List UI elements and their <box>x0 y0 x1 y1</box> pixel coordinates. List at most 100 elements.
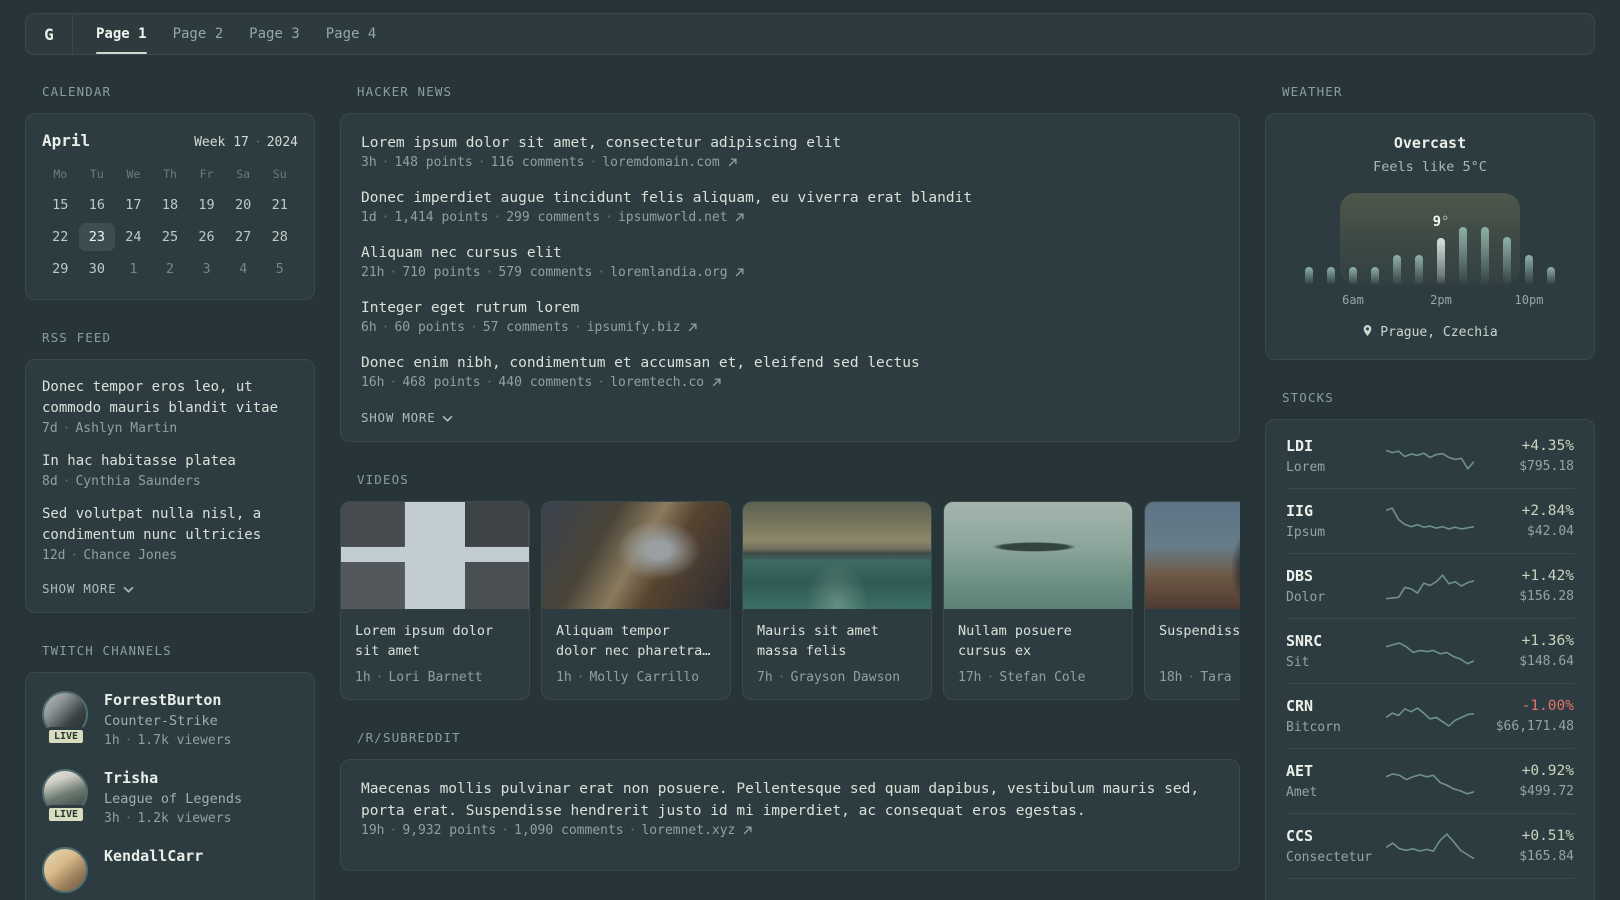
hn-item-title[interactable]: Donec enim nibh, condimentum et accumsan… <box>361 352 1219 374</box>
app-logo[interactable]: G <box>26 14 73 54</box>
reddit-post-points: 9,932 points <box>402 823 497 838</box>
tab-page-4[interactable]: Page 4 <box>326 14 377 54</box>
weather-time-label <box>1540 293 1562 307</box>
stock-ticker[interactable]: DBS <box>1286 567 1386 585</box>
stock-sparkline <box>1386 764 1474 798</box>
stock-ticker[interactable]: CCS <box>1286 827 1386 845</box>
weather-bar <box>1305 267 1313 285</box>
rss-show-more-button[interactable]: SHOW MORE <box>42 581 134 596</box>
twitch-channel-row: KendallCarr <box>42 847 298 895</box>
hn-item-comments-link[interactable]: 57 comments <box>483 320 569 335</box>
rss-item-title[interactable]: Sed volutpat nulla nisl, a condimentum n… <box>42 504 298 546</box>
reddit-post-title[interactable]: Maecenas mollis pulvinar erat non posuer… <box>361 778 1219 822</box>
stock-ticker[interactable]: AET <box>1286 762 1386 780</box>
stock-price: $499.72 <box>1519 784 1574 799</box>
stock-change: +0.51% <box>1521 828 1574 844</box>
separator: · <box>573 320 582 335</box>
section-title-weather: WEATHER <box>1282 84 1343 99</box>
twitch-channel-category[interactable]: League of Legends <box>104 791 242 807</box>
twitch-channel-name[interactable]: ForrestBurton <box>104 691 231 709</box>
reddit-post-comments-link[interactable]: 1,090 comments <box>514 823 624 838</box>
calendar-day: 16 <box>88 197 105 213</box>
avatar[interactable] <box>42 847 88 893</box>
video-thumbnail[interactable] <box>743 502 931 609</box>
video-title[interactable]: Lorem ipsum dolor sit amet consectetu… <box>355 621 515 661</box>
twitch-channel-meta: 1h · 1.7k viewers <box>104 733 231 748</box>
rss-item: In hac habitasse platea 8d · Cynthia Saund… <box>42 451 298 489</box>
twitch-channel-info: Trisha League of Legends 3h · 1.2k viewers <box>104 769 242 826</box>
stock-ticker[interactable]: CRN <box>1286 697 1386 715</box>
rss-item-title[interactable]: Donec tempor eros leo, ut commodo mauris… <box>42 377 298 419</box>
video-title[interactable]: Aliquam tempor dolor nec pharetra… <box>556 621 716 661</box>
hn-item-domain-link[interactable]: loremdomain.com <box>602 155 719 170</box>
weekday-label: Tu <box>89 167 104 181</box>
weather-bar <box>1327 267 1335 285</box>
stock-values: +1.42% $156.28 <box>1474 568 1574 604</box>
twitch-channel-meta: 3h · 1.2k viewers <box>104 811 242 826</box>
rss-item-author: Chance Jones <box>83 548 178 563</box>
hn-item: Donec enim nibh, condimentum et accumsan… <box>361 352 1219 390</box>
page-tabs: Page 1 Page 2 Page 3 Page 4 <box>96 14 402 54</box>
hn-item-title[interactable]: Integer eget rutrum lorem <box>361 297 1219 319</box>
hn-item-title[interactable]: Donec imperdiet augue tincidunt felis al… <box>361 187 1219 209</box>
video-title[interactable]: Mauris sit amet massa felis <box>757 621 917 661</box>
hn-item-domain-link[interactable]: loremtech.co <box>610 375 704 390</box>
hn-item-comments-link[interactable]: 116 comments <box>491 155 585 170</box>
hn-item-comments-link[interactable]: 440 comments <box>498 375 592 390</box>
video-time: 1h <box>556 670 572 685</box>
video-title[interactable]: Suspendisse diam <box>1159 621 1240 661</box>
right-column: WEATHER Overcast Feels like 5°C 9° 6am 2p… <box>1265 84 1595 900</box>
video-thumbnail[interactable] <box>944 502 1132 609</box>
hn-item-title[interactable]: Lorem ipsum dolor sit amet, consectetur … <box>361 132 1219 154</box>
video-thumbnail[interactable] <box>542 502 730 609</box>
hn-item: Donec imperdiet augue tincidunt felis al… <box>361 187 1219 225</box>
reddit-post-domain-link[interactable]: loremnet.xyz <box>641 823 735 838</box>
live-badge: LIVE <box>45 727 87 746</box>
location-pin-icon <box>1362 324 1373 341</box>
hn-item-domain-link[interactable]: loremlandia.org <box>610 265 727 280</box>
subreddit-widget: /R/SUBREDDIT Maecenas mollis pulvinar er… <box>340 730 1240 871</box>
weather-condition: Overcast <box>1393 134 1467 152</box>
weather-bar-column <box>1298 267 1320 285</box>
video-time: 7h <box>757 670 773 685</box>
twitch-channel-name[interactable]: KendallCarr <box>104 847 203 865</box>
separator: · <box>375 670 384 685</box>
tab-page-3[interactable]: Page 3 <box>249 14 300 54</box>
stock-ticker[interactable]: IIG <box>1286 502 1386 520</box>
tab-page-1[interactable]: Page 1 <box>96 14 147 54</box>
hn-item-time: 3h <box>361 155 377 170</box>
video-thumbnail[interactable] <box>1145 502 1240 609</box>
hn-item-title[interactable]: Aliquam nec cursus elit <box>361 242 1219 264</box>
external-link-icon <box>735 210 744 225</box>
video-thumbnail[interactable] <box>341 502 529 609</box>
rss-item: Donec tempor eros leo, ut commodo mauris… <box>42 377 298 436</box>
hn-item-comments-link[interactable]: 579 comments <box>498 265 592 280</box>
separator: · <box>389 265 398 280</box>
stock-change: +0.92% <box>1521 763 1574 779</box>
weather-bar-column <box>1408 255 1430 285</box>
hn-item-domain-link[interactable]: ipsumify.biz <box>587 320 681 335</box>
stock-values: +1.36% $148.64 <box>1474 633 1574 669</box>
video-title[interactable]: Nullam posuere cursus ex <box>958 621 1118 661</box>
weather-bar <box>1415 255 1423 285</box>
twitch-channel-row: LIVE ForrestBurton Counter-Strike 1h · 1.7… <box>42 691 298 748</box>
rss-item-title[interactable]: In hac habitasse platea <box>42 451 298 472</box>
hn-item-domain-link[interactable]: ipsumworld.net <box>618 210 728 225</box>
tab-page-2[interactable]: Page 2 <box>173 14 224 54</box>
calendar-day: 17 <box>125 197 142 213</box>
rss-card: Donec tempor eros leo, ut commodo mauris… <box>25 359 315 613</box>
video-meta: 1h · Molly Carrillo <box>556 670 716 685</box>
hn-item-time: 16h <box>361 375 385 390</box>
stock-sparkline <box>1386 892 1474 900</box>
stock-change: +2.84% <box>1521 503 1574 519</box>
twitch-channel-category[interactable]: Counter-Strike <box>104 713 231 729</box>
calendar-weekday-row: Mo Tu We Th Fr Sa Su <box>42 167 298 181</box>
stock-ticker[interactable]: LDI <box>1286 437 1386 455</box>
video-body: Lorem ipsum dolor sit amet consectetu… 1… <box>341 609 529 699</box>
weather-time-label: 10pm <box>1514 293 1544 307</box>
stock-ticker[interactable]: SNRC <box>1286 632 1386 650</box>
twitch-channel-name[interactable]: Trisha <box>104 769 242 787</box>
separator: · <box>589 155 598 170</box>
hn-show-more-button[interactable]: SHOW MORE <box>361 410 453 425</box>
hn-item-comments-link[interactable]: 299 comments <box>506 210 600 225</box>
